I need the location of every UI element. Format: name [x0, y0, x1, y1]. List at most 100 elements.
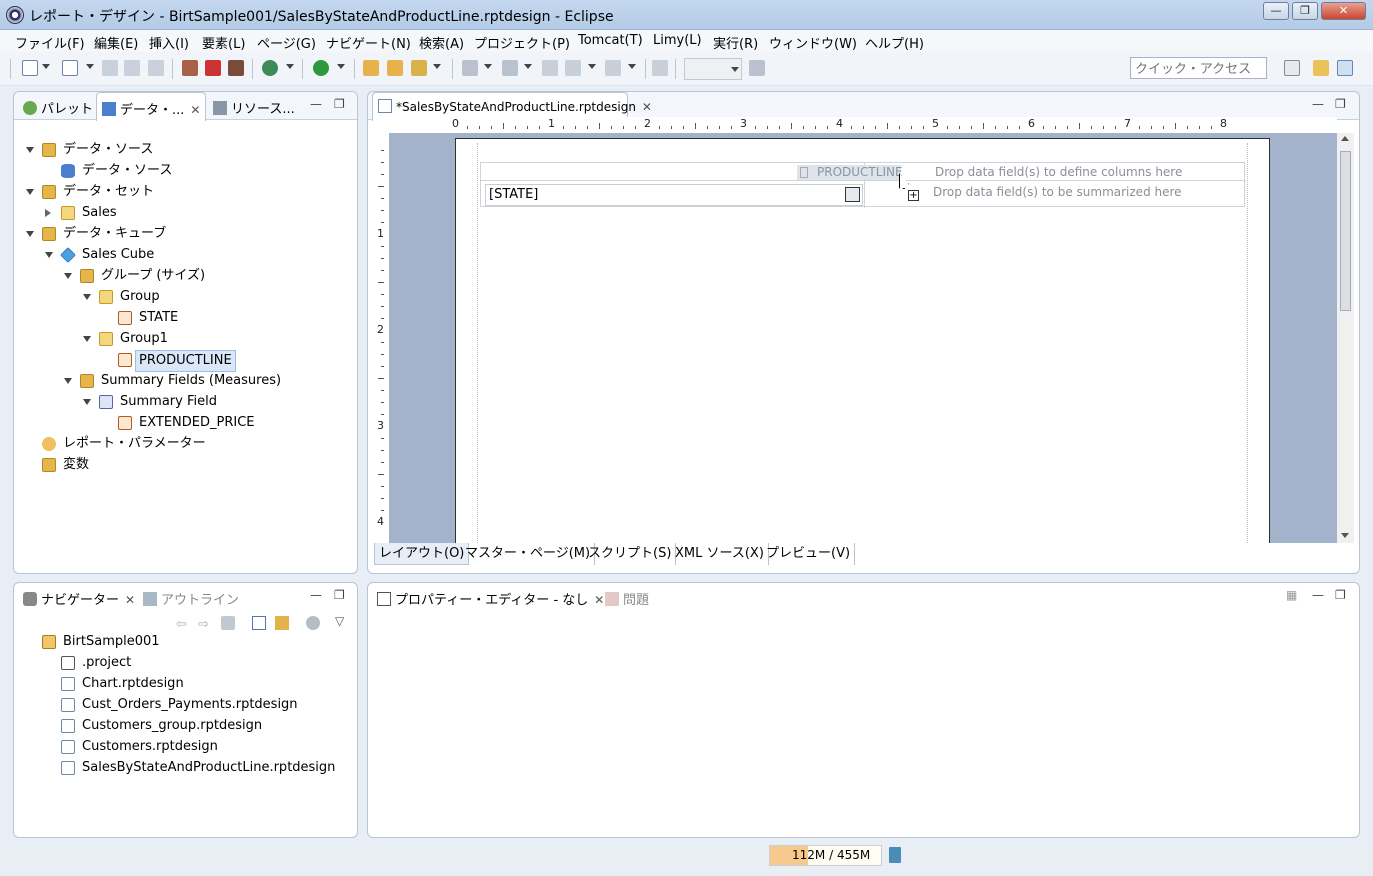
expanded-twistie-icon[interactable]	[26, 189, 34, 195]
quick-access-input[interactable]	[1130, 57, 1267, 79]
menu-search[interactable]: 検索(A)	[419, 33, 464, 52]
tab-xml-source[interactable]: XML ソース(X)	[671, 543, 769, 565]
tab-script[interactable]: スクリプト(S)	[584, 543, 677, 565]
back-arrow-icon[interactable]: ⇦	[176, 617, 190, 632]
report-design-perspective-icon[interactable]	[1337, 60, 1353, 76]
filter-icon[interactable]	[306, 616, 320, 630]
close-icon[interactable]: ✕	[125, 593, 135, 607]
expanded-twistie-icon[interactable]	[26, 231, 34, 237]
maximize-view-icon[interactable]: ❐	[1335, 588, 1346, 602]
minimize-button[interactable]: —	[1263, 2, 1289, 20]
expanded-twistie-icon[interactable]	[83, 294, 91, 300]
tab-property-editor[interactable]: プロパティー・エディター - なし ✕	[372, 583, 604, 611]
maximize-view-icon[interactable]: ❐	[334, 588, 345, 602]
new-report-dropdown-icon[interactable]	[86, 64, 94, 69]
prev-annotation-dropdown-icon[interactable]	[524, 64, 532, 69]
run-dropdown-icon[interactable]	[337, 64, 345, 69]
open-perspective-icon[interactable]	[1284, 60, 1300, 76]
menu-window[interactable]: ウィンドウ(W)	[769, 33, 857, 52]
close-icon[interactable]: ✕	[190, 103, 200, 117]
menu-tomcat[interactable]: Tomcat(T)	[578, 33, 643, 48]
maximize-view-icon[interactable]: ❐	[334, 97, 345, 111]
print-icon[interactable]	[148, 60, 164, 76]
brush-dropdown-icon[interactable]	[433, 64, 441, 69]
tab-problems[interactable]: 問題	[600, 583, 660, 611]
brush-icon[interactable]	[411, 60, 427, 76]
new-icon[interactable]	[22, 60, 38, 76]
expanded-twistie-icon[interactable]	[83, 336, 91, 342]
maximize-button[interactable]: ❐	[1292, 2, 1318, 20]
view-menu-icon[interactable]: ▽	[335, 614, 344, 628]
maximize-editor-icon[interactable]: ❐	[1335, 97, 1346, 111]
globe-dropdown-icon[interactable]	[286, 64, 294, 69]
new-dropdown-icon[interactable]	[42, 64, 50, 69]
scroll-thumb[interactable]	[1340, 151, 1351, 311]
row-field-menu-icon[interactable]	[845, 187, 860, 202]
bug-remove-icon[interactable]	[205, 60, 221, 76]
heap-status[interactable]: 112M / 455M	[769, 845, 882, 866]
next-annotation-icon[interactable]	[462, 60, 478, 76]
back-dropdown-icon[interactable]	[588, 64, 596, 69]
menu-file[interactable]: ファイル(F)	[15, 33, 85, 52]
tab-layout[interactable]: レイアウト(O)	[374, 543, 470, 565]
forward-icon[interactable]	[605, 60, 621, 76]
crosstab[interactable]: PRODUCTLINE Drop data field(s) to define…	[480, 162, 1246, 208]
forward-dropdown-icon[interactable]	[628, 64, 636, 69]
zoom-combo[interactable]	[684, 58, 742, 80]
arrow-tool-icon[interactable]	[749, 60, 765, 76]
tab-data-explorer[interactable]: データ・... ✕	[96, 92, 206, 121]
save-all-icon[interactable]	[124, 60, 140, 76]
collapse-all-icon[interactable]	[252, 616, 266, 630]
bug-icon[interactable]	[182, 60, 198, 76]
tab-resources[interactable]: リソース...	[208, 92, 298, 120]
run-icon[interactable]	[313, 60, 329, 76]
prev-annotation-icon[interactable]	[502, 60, 518, 76]
expanded-twistie-icon[interactable]	[64, 273, 72, 279]
editor-scrollbar[interactable]	[1337, 133, 1354, 543]
close-icon[interactable]: ✕	[642, 100, 652, 114]
open-folder-icon[interactable]	[363, 60, 379, 76]
up-folder-icon[interactable]	[221, 616, 235, 630]
menu-insert[interactable]: 挿入(I)	[149, 33, 189, 52]
collapsed-twistie-icon[interactable]	[45, 209, 51, 217]
menu-element[interactable]: 要素(L)	[202, 33, 245, 52]
minimize-view-icon[interactable]: —	[310, 97, 322, 111]
menu-help[interactable]: ヘルプ(H)	[865, 33, 924, 52]
tab-master-page[interactable]: マスター・ページ(M)	[461, 543, 596, 565]
last-edit-icon[interactable]	[542, 60, 558, 76]
expanded-twistie-icon[interactable]	[45, 252, 53, 258]
row-field-state[interactable]: [STATE]	[485, 184, 863, 206]
expanded-twistie-icon[interactable]	[26, 147, 34, 153]
close-button[interactable]: ✕	[1321, 2, 1366, 20]
pin-icon[interactable]	[652, 60, 668, 76]
minimize-editor-icon[interactable]: —	[1312, 97, 1324, 111]
scroll-down-icon[interactable]	[1341, 533, 1349, 538]
open-file-icon[interactable]	[387, 60, 403, 76]
expanded-twistie-icon[interactable]	[83, 399, 91, 405]
tab-preview[interactable]: プレビュー(V)	[762, 543, 856, 565]
menu-run[interactable]: 実行(R)	[713, 33, 758, 52]
menu-limy[interactable]: Limy(L)	[653, 33, 702, 48]
layout-icon[interactable]: ▦	[1286, 588, 1297, 602]
scroll-up-icon[interactable]	[1341, 136, 1349, 141]
save-icon[interactable]	[102, 60, 118, 76]
back-icon[interactable]	[565, 60, 581, 76]
menu-page[interactable]: ページ(G)	[257, 33, 316, 52]
globe-icon[interactable]	[262, 60, 278, 76]
minimize-view-icon[interactable]: —	[310, 588, 322, 602]
menu-navigate[interactable]: ナビゲート(N)	[326, 33, 411, 52]
tab-palette[interactable]: パレット	[18, 92, 95, 120]
next-annotation-dropdown-icon[interactable]	[484, 64, 492, 69]
expanded-twistie-icon[interactable]	[64, 378, 72, 384]
minimize-view-icon[interactable]: —	[1312, 588, 1324, 602]
forward-arrow-icon[interactable]: ⇨	[198, 617, 212, 632]
tab-outline[interactable]: アウトライン	[138, 583, 239, 611]
bug-skip-icon[interactable]	[228, 60, 244, 76]
garbage-collect-icon[interactable]	[889, 847, 901, 863]
new-report-icon[interactable]	[62, 60, 78, 76]
java-perspective-icon[interactable]	[1313, 60, 1329, 76]
menu-project[interactable]: プロジェクト(P)	[474, 33, 570, 52]
link-editor-icon[interactable]	[275, 616, 289, 630]
menu-edit[interactable]: 編集(E)	[94, 33, 138, 52]
tab-navigator[interactable]: ナビゲーター ✕	[18, 583, 138, 611]
